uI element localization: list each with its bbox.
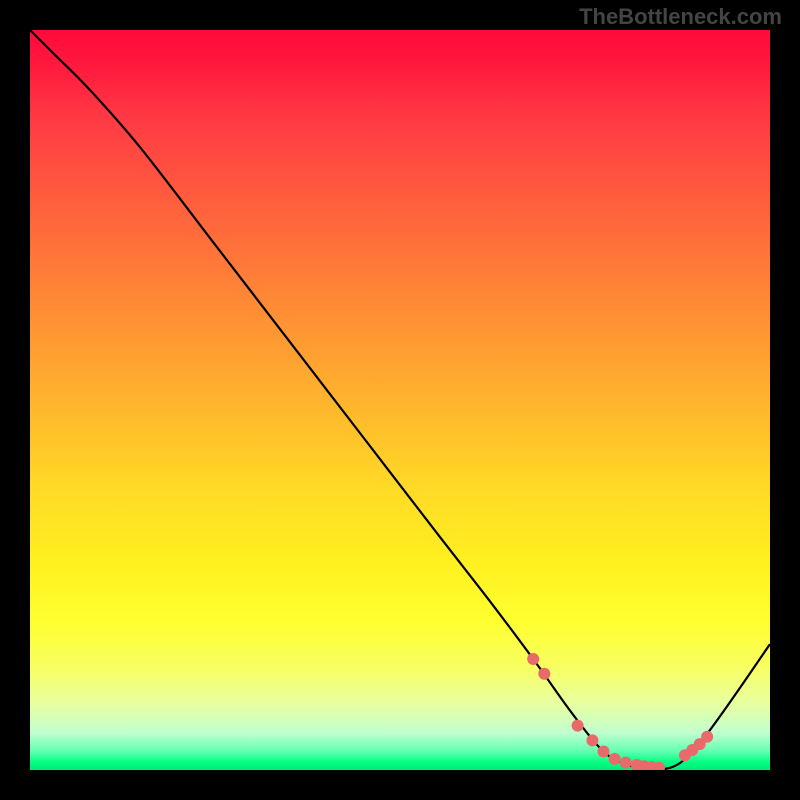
marker-point: [527, 653, 539, 665]
bottleneck-curve-line: [30, 30, 770, 770]
chart-svg: [30, 30, 770, 770]
marker-point: [701, 731, 713, 743]
marker-point: [598, 746, 610, 758]
marker-point: [586, 734, 598, 746]
marker-point: [620, 757, 632, 769]
chart-plot-area: [30, 30, 770, 770]
marker-group: [527, 653, 713, 770]
watermark-text: TheBottleneck.com: [579, 4, 782, 30]
marker-point: [538, 668, 550, 680]
marker-point: [609, 753, 621, 765]
marker-point: [572, 720, 584, 732]
